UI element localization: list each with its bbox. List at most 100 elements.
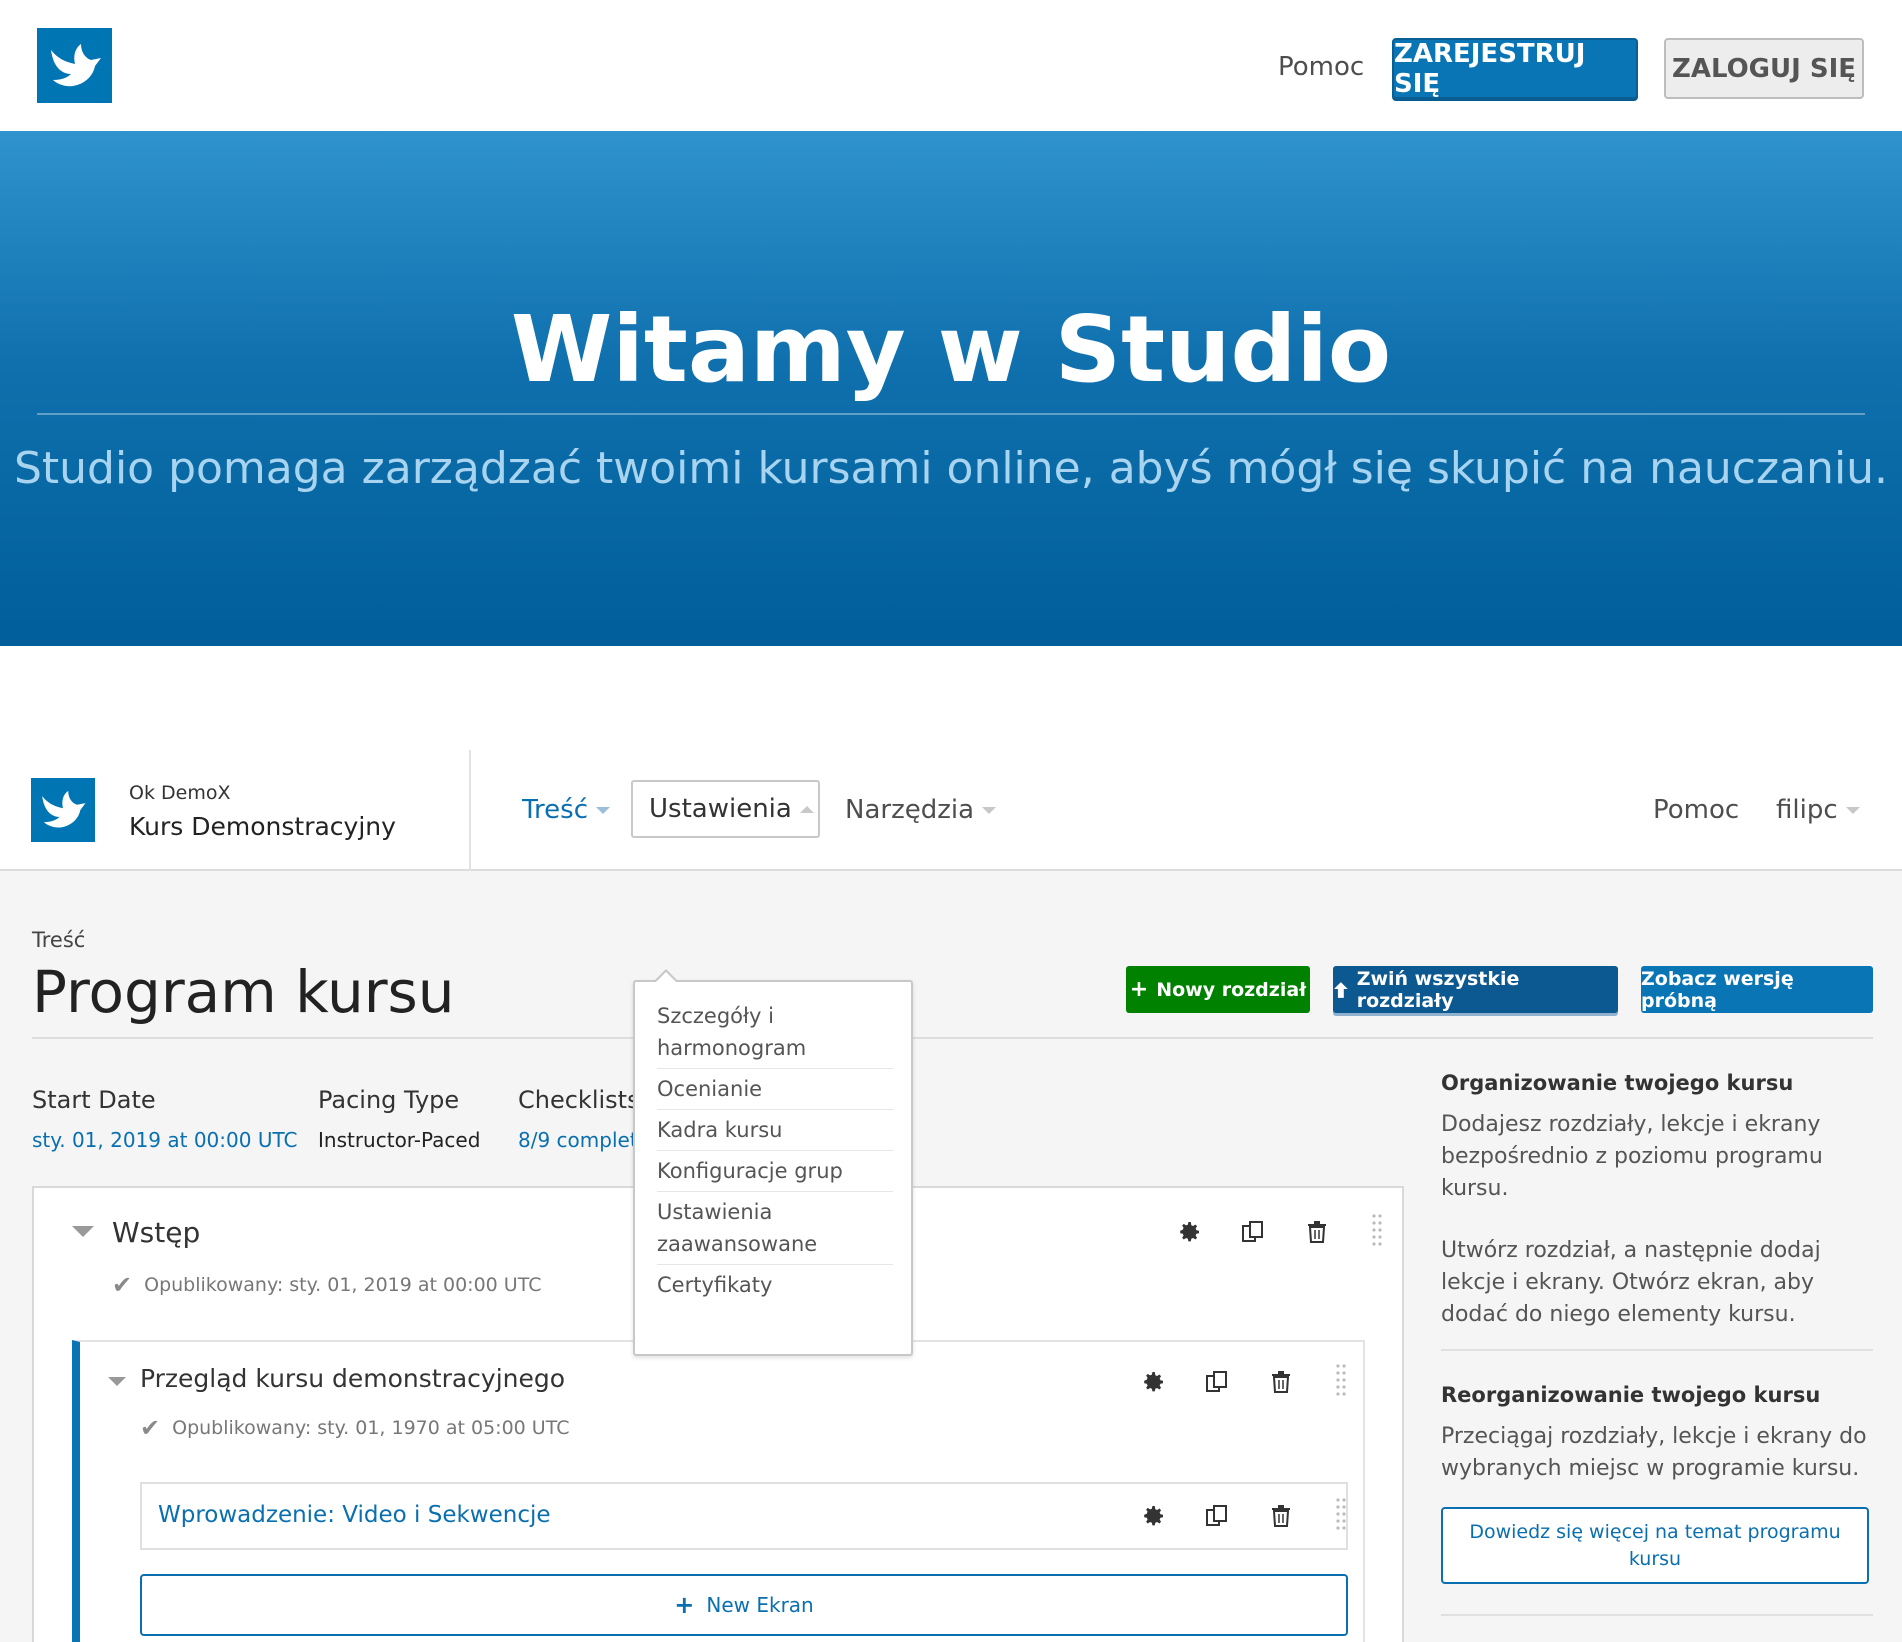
section-drag-handle[interactable] — [1361, 1212, 1393, 1252]
section-duplicate-button[interactable] — [1237, 1216, 1269, 1248]
studio-body: Treść Program kursu + Nowy rozdział Zwiń… — [0, 871, 1902, 1642]
dove-logo-icon — [42, 790, 86, 828]
unit-settings-button[interactable] — [1138, 1500, 1170, 1532]
nav-tools-label: Narzędzia — [845, 795, 975, 825]
unit-row: Wprowadzenie: Video i Sekwencje — [140, 1482, 1348, 1550]
menu-item-grading[interactable]: Ocenianie — [657, 1069, 893, 1110]
menu-item-schedule[interactable]: Szczegóły i harmonogram — [657, 996, 893, 1069]
new-unit-label: New Ekran — [706, 1593, 814, 1617]
hero-subtitle: Studio pomaga zarządzać twoimi kursami o… — [13, 443, 1889, 494]
drag-handle-icon — [1336, 1498, 1346, 1530]
subsection-settings-button[interactable] — [1138, 1366, 1170, 1398]
drag-handle-icon — [1336, 1364, 1346, 1396]
start-date-label: Start Date — [32, 1086, 156, 1114]
chevron-down-icon — [1845, 806, 1860, 814]
outline-help-sidebar: Organizowanie twojego kursu Dodajesz roz… — [1441, 1071, 1873, 1616]
plus-icon: + — [674, 1591, 695, 1619]
menu-item-group-configurations[interactable]: Konfiguracje grup — [657, 1151, 893, 1192]
unit-link[interactable]: Wprowadzenie: Video i Sekwencje — [158, 1502, 551, 1528]
dropdown-pointer-inner — [656, 972, 676, 982]
studio-logo[interactable] — [31, 778, 95, 842]
checklists-label: Checklists — [518, 1086, 640, 1114]
studio-help-link[interactable]: Pomoc — [1653, 795, 1739, 825]
section-published-text: Opublikowany: sty. 01, 2019 at 00:00 UTC — [144, 1274, 542, 1296]
hero-title: Witamy w Studio — [510, 296, 1392, 403]
subsection-drag-handle[interactable] — [1325, 1362, 1357, 1402]
register-button[interactable]: ZAREJESTRUJ SIĘ — [1392, 38, 1638, 99]
learn-more-button[interactable]: Dowiedz się więcej na temat programu kur… — [1441, 1507, 1869, 1584]
chevron-up-icon — [799, 805, 814, 813]
site-logo[interactable] — [37, 28, 112, 103]
start-date-value[interactable]: sty. 01, 2019 at 00:00 UTC — [32, 1128, 297, 1152]
title-divider — [32, 1037, 1873, 1039]
pacing-type-label: Pacing Type — [318, 1086, 460, 1114]
chevron-down-icon — [982, 806, 997, 814]
subsection-card: Przegląd kursu demonstracyjnego ✔ Opubli… — [72, 1340, 1365, 1642]
sidebar-heading-reorganize: Reorganizowanie twojego kursu — [1441, 1383, 1821, 1407]
section-settings-button[interactable] — [1174, 1216, 1206, 1248]
sidebar-divider — [1441, 1614, 1873, 1616]
new-section-button[interactable]: + Nowy rozdział — [1126, 966, 1310, 1013]
collapse-caret-icon[interactable] — [72, 1226, 94, 1237]
nav-settings-menu[interactable]: Ustawienia — [631, 780, 820, 838]
page-title: Program kursu — [32, 958, 455, 1026]
sidebar-divider — [1441, 1349, 1873, 1351]
help-link[interactable]: Pomoc — [1278, 52, 1364, 82]
nav-divider — [469, 750, 471, 871]
org-name: Ok DemoX — [129, 782, 231, 804]
unit-delete-button[interactable] — [1265, 1500, 1297, 1532]
section-delete-button[interactable] — [1301, 1216, 1333, 1248]
course-name: Kurs Demonstracyjny — [129, 812, 396, 841]
duplicate-icon — [1206, 1371, 1227, 1392]
sidebar-heading-organize: Organizowanie twojego kursu — [1441, 1071, 1794, 1095]
duplicate-icon — [1242, 1221, 1263, 1242]
menu-item-advanced-settings[interactable]: Ustawienia zaawansowane — [657, 1192, 893, 1265]
nav-content-label: Treść — [522, 795, 589, 825]
subsection-duplicate-button[interactable] — [1201, 1366, 1233, 1398]
unit-drag-handle[interactable] — [1325, 1496, 1357, 1536]
breadcrumb[interactable]: Treść — [32, 928, 85, 952]
subsection-status: ✔ Opublikowany: sty. 01, 1970 at 05:00 U… — [140, 1414, 569, 1442]
sidebar-text-1: Dodajesz rozdziały, lekcje i ekrany bezp… — [1441, 1112, 1823, 1201]
section-title[interactable]: Wstęp — [112, 1216, 200, 1249]
menu-item-course-team[interactable]: Kadra kursu — [657, 1110, 893, 1151]
check-icon: ✔ — [140, 1414, 161, 1442]
username: filipc — [1776, 795, 1838, 825]
trash-icon — [1308, 1221, 1326, 1243]
nav-settings-label: Ustawienia — [649, 794, 792, 824]
collapse-all-button[interactable]: Zwiń wszystkie rozdziały — [1333, 966, 1618, 1013]
hero-divider — [37, 413, 1865, 415]
subsection-title[interactable]: Przegląd kursu demonstracyjnego — [140, 1364, 565, 1393]
login-button[interactable]: ZALOGUJ SIĘ — [1664, 38, 1864, 99]
learn-more-wrap: Dowiedz się więcej na temat programu kur… — [1441, 1507, 1873, 1584]
gear-icon — [1144, 1372, 1163, 1392]
duplicate-icon — [1206, 1505, 1227, 1526]
unit-duplicate-button[interactable] — [1201, 1500, 1233, 1532]
trash-icon — [1272, 1371, 1290, 1393]
view-live-button[interactable]: Zobacz wersję próbną — [1641, 966, 1873, 1013]
gear-icon — [1180, 1222, 1199, 1242]
settings-dropdown: Szczegóły i harmonogram Ocenianie Kadra … — [633, 969, 913, 1356]
user-menu[interactable]: filipc — [1776, 795, 1860, 825]
collapse-all-label: Zwiń wszystkie rozdziały — [1356, 967, 1520, 1012]
check-icon: ✔ — [112, 1271, 133, 1299]
new-section-label: Nowy rozdział — [1156, 978, 1307, 1001]
settings-menu-list: Szczegóły i harmonogram Ocenianie Kadra … — [657, 996, 893, 1305]
subsection-delete-button[interactable] — [1265, 1366, 1297, 1398]
site-header: Pomoc ZAREJESTRUJ SIĘ ZALOGUJ SIĘ — [0, 0, 1902, 131]
dove-logo-icon — [50, 43, 101, 86]
nav-tools-menu[interactable]: Narzędzia — [845, 795, 997, 825]
gear-icon — [1144, 1506, 1163, 1526]
sidebar-text-2: Utwórz rozdział, a następnie dodaj lekcj… — [1441, 1238, 1821, 1327]
pacing-type-value: Instructor-Paced — [318, 1128, 481, 1152]
subsection-published-text: Opublikowany: sty. 01, 1970 at 05:00 UTC — [172, 1417, 570, 1439]
trash-icon — [1272, 1505, 1290, 1527]
nav-content-menu[interactable]: Treść — [522, 795, 611, 825]
arrow-up-icon — [1333, 981, 1348, 998]
collapse-caret-icon[interactable] — [108, 1377, 126, 1386]
menu-item-certificates[interactable]: Certyfikaty — [657, 1265, 893, 1305]
studio-preview: Ok DemoX Kurs Demonstracyjny Treść Ustaw… — [0, 750, 1902, 1642]
drag-handle-icon — [1372, 1214, 1382, 1246]
new-unit-button[interactable]: + New Ekran — [140, 1574, 1348, 1636]
studio-nav-bar: Ok DemoX Kurs Demonstracyjny Treść Ustaw… — [0, 750, 1902, 871]
